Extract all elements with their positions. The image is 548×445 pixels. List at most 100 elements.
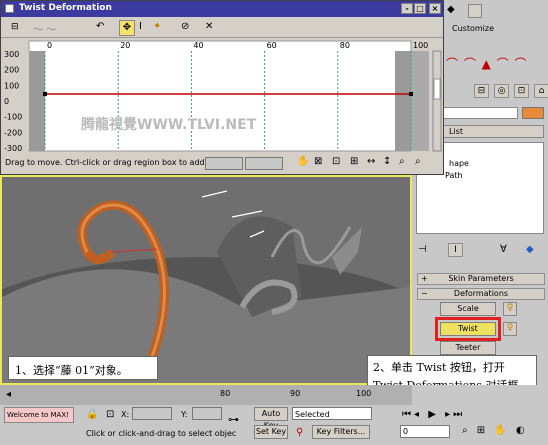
toolbar-icon[interactable] bbox=[468, 4, 482, 18]
minimize-button[interactable]: - bbox=[401, 3, 413, 14]
zoom-vertical-extents-icon[interactable]: ⊞ bbox=[350, 156, 358, 167]
prompt-line: Click or click-and-drag to select objec bbox=[86, 429, 237, 438]
close-button[interactable]: × bbox=[429, 3, 441, 14]
lock-icon[interactable]: 🔒 bbox=[86, 409, 98, 420]
object-color-swatch[interactable] bbox=[522, 107, 544, 119]
y-tick-label: -200 bbox=[4, 128, 22, 137]
y-tick-label: 100 bbox=[4, 81, 19, 90]
move-control-point-icon[interactable]: ✥ bbox=[119, 20, 135, 36]
configure-icon[interactable]: ◆ bbox=[526, 244, 534, 255]
pin-stack-icon[interactable]: ⊣ bbox=[418, 244, 427, 255]
twist-deformation-window: Twist Deformation - □ × ⊟ 〜 〜 ↶ ✥ I ✦ ⊘ … bbox=[0, 0, 444, 175]
scrollbar-thumb[interactable] bbox=[433, 78, 441, 100]
x-coordinate-field[interactable] bbox=[132, 407, 172, 420]
twist-button[interactable]: Twist bbox=[440, 322, 496, 336]
vine-object-render bbox=[0, 190, 462, 437]
timeline[interactable]: ◂ 80 90 100 bbox=[0, 385, 412, 405]
display-curve-icon[interactable]: 〜 〜 bbox=[33, 21, 56, 36]
absolute-mode-icon[interactable]: ⊡ bbox=[106, 409, 114, 420]
motion-icon[interactable]: ◎ bbox=[494, 84, 509, 98]
zoom-vertical-icon[interactable]: ↕ bbox=[383, 156, 391, 167]
window-title: Twist Deformation bbox=[19, 3, 112, 13]
viewport-nav-icons[interactable]: ⌕ ⊞ ✋ ◐ bbox=[462, 425, 528, 436]
modifier-list-label: List bbox=[449, 127, 463, 136]
y-tick-label: 300 bbox=[4, 50, 19, 59]
x-value-field[interactable] bbox=[205, 157, 243, 170]
key-filters-button[interactable]: Key Filters... bbox=[312, 425, 370, 439]
y-tick-label: 0 bbox=[4, 97, 9, 106]
make-symmetrical-icon[interactable]: ⊟ bbox=[11, 22, 19, 32]
bulb-icon[interactable]: ♀ bbox=[503, 302, 517, 316]
control-point[interactable] bbox=[409, 92, 413, 96]
insert-corner-point-icon[interactable]: ✦ bbox=[153, 21, 161, 32]
callout-select-object: 1、选择“藤 01”对象。 bbox=[8, 356, 158, 380]
perspective-viewport[interactable] bbox=[0, 175, 462, 437]
selection-dropdown[interactable]: Selected bbox=[292, 407, 372, 420]
show-result-icon[interactable]: I bbox=[448, 243, 463, 257]
watermark: 腾龍視覺WWW.TLVI.NET bbox=[81, 116, 257, 133]
y-value-field[interactable] bbox=[245, 157, 283, 170]
rollout-deformations[interactable]: − Deformations bbox=[417, 288, 545, 300]
stack-item[interactable]: Path bbox=[445, 171, 463, 180]
pan-icon[interactable]: ✋ bbox=[297, 156, 309, 167]
zoom-horizontal-icon[interactable]: ↔ bbox=[367, 156, 375, 167]
playback-controls[interactable]: ⏮◂ ▶ ▸⏭ bbox=[402, 409, 465, 420]
reset-curve-icon[interactable]: ✕ bbox=[205, 21, 213, 32]
pin-icon[interactable]: ◆ bbox=[447, 4, 459, 16]
bulb-icon[interactable]: ♀ bbox=[503, 322, 517, 336]
current-frame-field[interactable]: 0 bbox=[400, 425, 450, 438]
teeter-button[interactable]: Teeter bbox=[440, 341, 496, 355]
zoom-horizontal-extents-icon[interactable]: ⊡ bbox=[332, 156, 340, 167]
dialog-status-row: Drag to move. Ctrl-click or drag region … bbox=[1, 155, 443, 171]
key-mode-icon[interactable]: ⚲ bbox=[296, 427, 303, 438]
y-tick-label: 200 bbox=[4, 66, 19, 75]
timeline-arrow-icon[interactable]: ◂ bbox=[6, 389, 11, 400]
zoom-extents-icon[interactable]: ⊠ bbox=[314, 156, 322, 167]
set-key-button[interactable]: Set Key bbox=[254, 425, 288, 439]
y-coordinate-field[interactable] bbox=[192, 407, 222, 420]
key-icon[interactable]: ⊶ bbox=[228, 413, 239, 426]
scale-button[interactable]: Scale bbox=[440, 302, 496, 316]
status-text: Drag to move. Ctrl-click or drag region … bbox=[5, 158, 222, 167]
ruler-label: 0 bbox=[47, 41, 52, 50]
vertical-scrollbar[interactable] bbox=[432, 50, 442, 152]
ruler-label: 20 bbox=[120, 41, 130, 50]
stack-buttons: ⊣ I ∀ ◆ bbox=[418, 243, 542, 258]
bottom-toolbar: ◂ 80 90 100 Welcome to MAX! 🔒 ⊡ X: Y: ⊶ … bbox=[0, 385, 548, 445]
ruler-label: 100 bbox=[413, 41, 428, 50]
y-tick-label: -100 bbox=[4, 113, 22, 122]
maximize-button[interactable]: □ bbox=[414, 3, 426, 14]
swap-curves-icon[interactable]: ↶ bbox=[96, 21, 104, 32]
maxscript-listener[interactable]: Welcome to MAX! bbox=[4, 407, 74, 423]
rollout-skin-parameters-label: Skin Parameters bbox=[448, 274, 514, 283]
delete-control-point-icon[interactable]: ⊘ bbox=[181, 21, 189, 32]
y-tick-label: -300 bbox=[4, 144, 22, 153]
unique-icon[interactable]: ∀ bbox=[500, 244, 507, 255]
timeline-mark: 80 bbox=[220, 389, 231, 398]
ruler-label: 60 bbox=[267, 41, 277, 50]
scale-control-point-icon[interactable]: I bbox=[139, 21, 142, 32]
y-label: Y: bbox=[181, 410, 188, 419]
rollout-skin-parameters[interactable]: + Skin Parameters bbox=[417, 273, 545, 285]
utilities-icon[interactable]: ⌂ bbox=[534, 84, 548, 98]
timeline-mark: 100 bbox=[356, 389, 372, 398]
create-panel-icons[interactable]: ⌒ ⌒ ▲ ⌒ ⌒ bbox=[446, 55, 546, 77]
ruler-label: 80 bbox=[340, 41, 350, 50]
auto-key-button[interactable]: Auto Key bbox=[254, 407, 288, 430]
deformation-graph[interactable]: 0 20 40 60 80 100 300 200 100 0 -100 -200 -300 腾龍視覺… bbox=[1, 39, 443, 154]
customize-menu[interactable]: Customize bbox=[452, 24, 494, 33]
hierarchy-icon[interactable]: ⊟ bbox=[474, 84, 489, 98]
stack-item[interactable]: hape bbox=[449, 159, 469, 168]
ruler-label: 40 bbox=[193, 41, 203, 50]
x-label: X: bbox=[121, 410, 130, 419]
callout-line: 2、单击 Twist 按钮，打开 bbox=[373, 361, 505, 374]
control-point[interactable] bbox=[43, 92, 47, 96]
zoom-region-icon[interactable]: ⌕ bbox=[415, 156, 421, 167]
title-bar: Twist Deformation - □ × bbox=[1, 1, 443, 17]
display-icon[interactable]: ⊡ bbox=[514, 84, 529, 98]
panel-tabs[interactable]: ⊟ ◎ ⊡ ⌂ bbox=[442, 84, 548, 98]
dialog-toolbar: ⊟ 〜 〜 ↶ ✥ I ✦ ⊘ ✕ bbox=[1, 18, 443, 38]
zoom-icon[interactable]: ⌕ bbox=[399, 156, 405, 167]
window-icon bbox=[5, 4, 14, 13]
timeline-mark: 90 bbox=[290, 389, 301, 398]
